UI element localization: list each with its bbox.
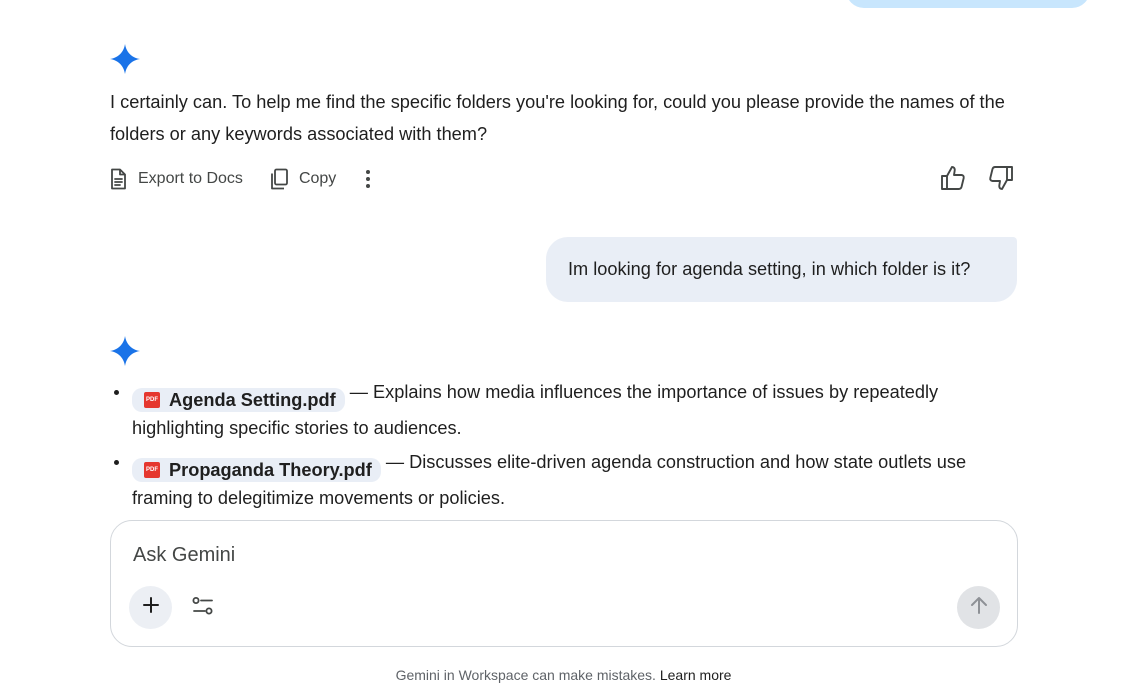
response-file-list: PDF Agenda Setting.pdf — Explains how me…	[110, 376, 1025, 516]
response-actions: Export to Docs Copy	[106, 164, 378, 194]
more-vert-icon	[358, 167, 378, 191]
response-text: I certainly can. To help me find the spe…	[110, 92, 1005, 144]
send-button[interactable]	[957, 586, 1000, 629]
more-options-button[interactable]	[358, 167, 378, 191]
user-message-bubble: Im looking for agenda setting, in which …	[546, 237, 1017, 302]
export-to-docs-button[interactable]: Export to Docs	[106, 167, 243, 191]
disclaimer-text: Gemini in Workspace can make mistakes.	[395, 667, 656, 683]
copy-label: Copy	[298, 170, 337, 187]
add-button[interactable]	[129, 586, 172, 629]
export-to-docs-label: Export to Docs	[138, 170, 243, 187]
list-item: PDF Agenda Setting.pdf — Explains how me…	[110, 376, 1025, 445]
tools-button[interactable]	[189, 595, 217, 621]
gemini-spark-icon	[110, 44, 140, 74]
arrow-up-icon	[968, 594, 990, 621]
previous-user-message-bubble	[846, 0, 1090, 8]
thumbs-up-icon	[940, 164, 966, 197]
file-chip-propaganda-theory[interactable]: PDF Propaganda Theory.pdf	[132, 458, 381, 482]
document-icon	[106, 167, 130, 191]
thumbs-down-button[interactable]	[988, 164, 1014, 197]
file-chip-label: Agenda Setting.pdf	[169, 390, 336, 410]
prompt-input-box	[110, 520, 1018, 647]
disclaimer-footer: Gemini in Workspace can make mistakes. L…	[0, 667, 1121, 683]
ask-gemini-input[interactable]	[133, 538, 933, 572]
plus-icon	[141, 595, 161, 620]
copy-button[interactable]: Copy	[267, 167, 336, 191]
gemini-spark-icon	[110, 336, 140, 366]
tune-icon	[191, 595, 215, 622]
pdf-icon: PDF	[144, 392, 160, 409]
pdf-icon: PDF	[144, 462, 160, 478]
user-message-text: Im looking for agenda setting, in which …	[568, 259, 971, 279]
thumbs-down-icon	[988, 164, 1014, 197]
file-chip-agenda-setting[interactable]: PDF Agenda Setting.pdf	[132, 388, 345, 413]
list-item: PDF Propaganda Theory.pdf — Discusses el…	[110, 446, 1025, 515]
learn-more-link[interactable]: Learn more	[660, 667, 732, 683]
thumbs-up-button[interactable]	[940, 164, 966, 197]
copy-icon	[267, 167, 291, 191]
file-chip-label: Propaganda Theory.pdf	[169, 459, 372, 480]
